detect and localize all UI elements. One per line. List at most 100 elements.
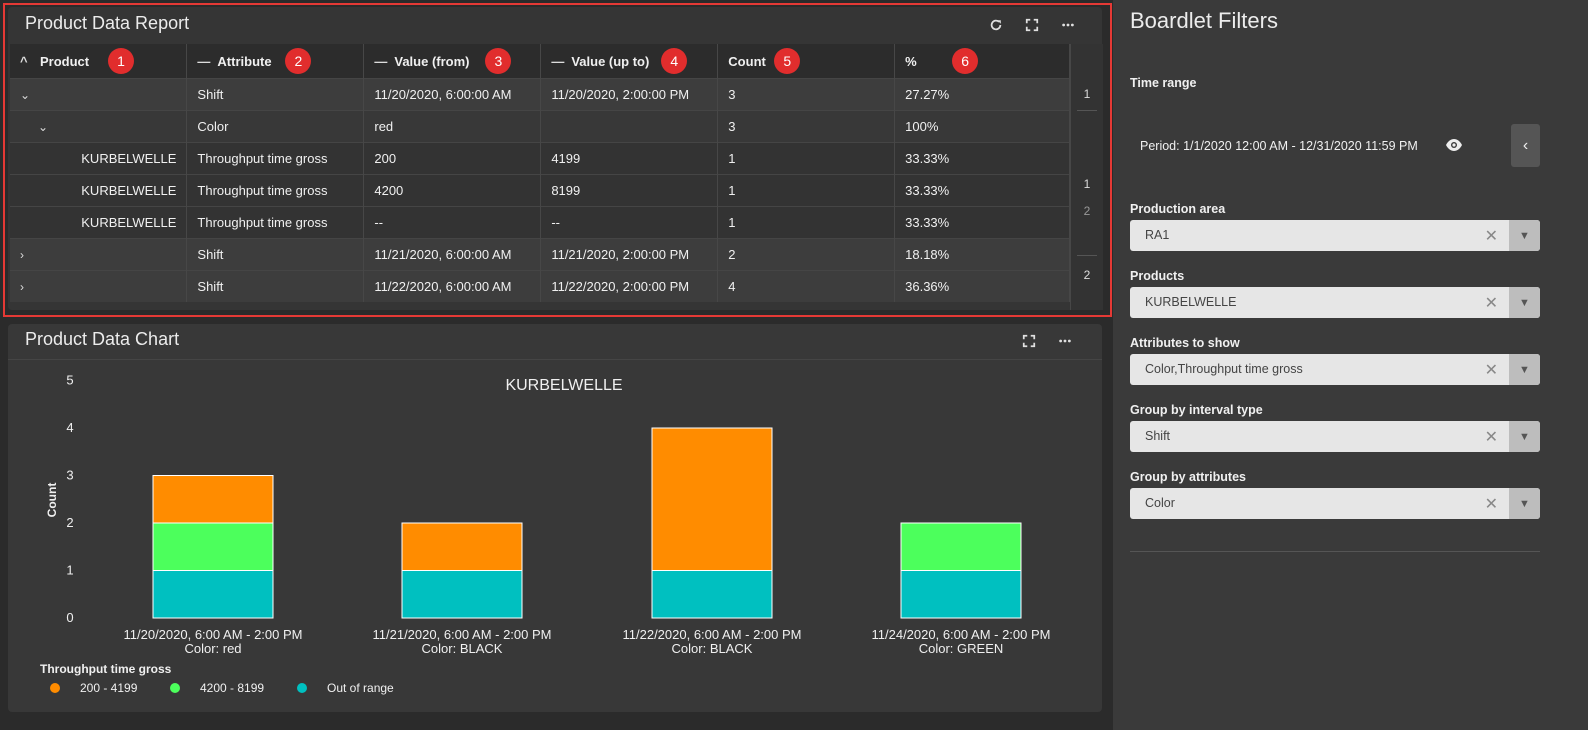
x-tick-label: Color: red [184, 641, 241, 656]
column-header-value-from[interactable]: — Value (from) 3 [363, 44, 542, 79]
table-row[interactable]: KURBELWELLE Throughput time gross -- -- 1 33.… [10, 206, 1070, 239]
count-cell-text: 2 [728, 247, 736, 262]
chevron-down-icon[interactable]: ▼ [1509, 287, 1540, 318]
chevron-right-icon[interactable]: › [20, 248, 34, 262]
column-header-attribute[interactable]: — Attribute 2 [186, 44, 365, 79]
collapse-up-icon[interactable]: ^ [20, 54, 32, 69]
refresh-icon[interactable] [988, 17, 1004, 33]
eye-icon[interactable] [1445, 138, 1463, 152]
bar-segment[interactable] [152, 570, 274, 619]
chart-title: KURBELWELLE [505, 377, 622, 394]
attributes-select[interactable]: Color,Throughput time gross ✕ ▼ [1130, 354, 1540, 385]
clear-icon[interactable]: ✕ [1485, 226, 1498, 246]
interval-type-select[interactable]: Shift ✕ ▼ [1130, 421, 1540, 452]
bar-segment[interactable] [401, 522, 523, 571]
product-cell: › [10, 238, 188, 271]
legend-label[interactable]: 200 - 4199 [80, 681, 138, 695]
callout-badge: 1 [108, 48, 134, 74]
table-row[interactable]: KURBELWELLE Throughput time gross 200 4199 1… [10, 142, 1070, 175]
value-from-cell-text: -- [374, 215, 384, 230]
bar-chart: KURBELWELLE Count 0 1 2 3 4 5 11/20/2020, 6:0… [40, 373, 1051, 696]
bar-segment[interactable] [152, 475, 274, 524]
count-cell-text: 1 [728, 183, 736, 198]
group-attributes-select[interactable]: Color ✕ ▼ [1130, 488, 1540, 519]
value-to-cell-text: -- [551, 215, 560, 230]
collapse-icon[interactable]: — [197, 54, 210, 69]
legend-label[interactable]: Out of range [327, 681, 394, 695]
chevron-down-icon[interactable]: ▼ [1509, 421, 1540, 452]
count-cell: 3 [717, 78, 896, 111]
table-row[interactable]: ⌄ Color red 3 100% [10, 110, 1070, 143]
bar-segment[interactable] [651, 570, 773, 619]
bar-segment[interactable] [401, 570, 523, 619]
bar-segment[interactable] [900, 570, 1022, 619]
value-from-cell-text: 11/21/2020, 6:00:00 AM [374, 247, 512, 262]
table-row[interactable]: KURBELWELLE Throughput time gross 4200 8199… [10, 174, 1070, 207]
legend-label[interactable]: 4200 - 8199 [200, 681, 264, 695]
chevron-down-icon[interactable]: ⌄ [38, 120, 52, 134]
count-cell-text: 1 [728, 151, 736, 166]
column-label: Product [40, 53, 90, 69]
count-cell: 4 [717, 270, 896, 302]
column-header-value-up-to[interactable]: — Value (up to) 4 [540, 44, 719, 79]
column-header-percent[interactable]: % 6 [894, 44, 1070, 79]
attribute-cell-text: Throughput time gross [197, 183, 328, 198]
bar-segment[interactable] [152, 522, 274, 571]
pager-strip: 1 1 2 2 [1070, 44, 1103, 310]
interval-type-label: Group by interval type [1130, 403, 1263, 417]
collapse-icon[interactable]: — [551, 54, 564, 69]
collapse-icon[interactable]: — [374, 54, 387, 69]
value-from-cell: 11/22/2020, 6:00:00 AM [363, 270, 542, 302]
clear-icon[interactable]: ✕ [1485, 427, 1498, 447]
chevron-left-icon: ‹ [1522, 136, 1529, 154]
attribute-cell-text: Throughput time gross [197, 151, 328, 166]
attribute-cell: Color [186, 110, 365, 143]
y-tick-label: 2 [66, 515, 73, 530]
table-row[interactable]: ⌄ Shift 11/20/2020, 6:00:00 AM 11/20/2020, … [10, 78, 1070, 111]
percent-cell-text: 100% [905, 119, 939, 134]
attribute-cell: Throughput time gross [186, 206, 365, 239]
filters-sidebar: Boardlet Filters Time range Period: 1/1/… [1113, 0, 1588, 730]
bar-segment[interactable] [651, 427, 773, 571]
count-cell: 1 [717, 174, 896, 207]
table-row[interactable]: › Shift 11/22/2020, 6:00:00 AM 11/22/2020, … [10, 270, 1070, 302]
value-from-cell-text: 11/20/2020, 6:00:00 AM [374, 87, 512, 102]
pager-number[interactable]: 2 [1071, 204, 1103, 218]
pager-number[interactable]: 1 [1071, 87, 1103, 101]
chevron-right-icon[interactable]: › [20, 280, 34, 294]
filters-divider [1130, 551, 1540, 552]
legend-marker [297, 683, 307, 693]
clear-icon[interactable]: ✕ [1485, 293, 1498, 313]
column-header-product[interactable]: ^ Product 1 [10, 44, 188, 79]
products-select[interactable]: KURBELWELLE ✕ ▼ [1130, 287, 1540, 318]
value-from-cell-text: 11/22/2020, 6:00:00 AM [374, 279, 512, 294]
clear-icon[interactable]: ✕ [1485, 494, 1498, 514]
percent-cell-text: 33.33% [905, 151, 950, 166]
clear-icon[interactable]: ✕ [1485, 360, 1498, 380]
value-to-cell: 11/20/2020, 2:00:00 PM [540, 78, 719, 111]
chevron-down-icon[interactable]: ▼ [1509, 220, 1540, 251]
chevron-down-icon[interactable]: ⌄ [20, 88, 34, 102]
legend-marker [170, 683, 180, 693]
table-row[interactable]: › Shift 11/21/2020, 6:00:00 AM 11/21/2020, … [10, 238, 1070, 271]
product-cell: › [10, 270, 188, 302]
collapse-panel-button[interactable]: ‹ [1511, 124, 1540, 167]
callout-badge: 2 [285, 48, 312, 74]
production-area-select[interactable]: RA1 ✕ ▼ [1130, 220, 1540, 251]
chevron-down-icon[interactable]: ▼ [1509, 354, 1540, 385]
value-from-cell: -- [363, 206, 542, 239]
fullscreen-icon[interactable] [1024, 17, 1040, 33]
more-icon[interactable] [1060, 17, 1076, 33]
pager-number[interactable]: 1 [1071, 177, 1103, 191]
value-to-cell: 4199 [540, 142, 719, 175]
value-to-cell: 8199 [540, 174, 719, 207]
bar-segment[interactable] [900, 522, 1022, 571]
select-value: Color,Throughput time gross [1145, 362, 1303, 376]
chevron-down-icon[interactable]: ▼ [1509, 488, 1540, 519]
product-cell-text: KURBELWELLE [81, 151, 177, 166]
percent-cell: 33.33% [894, 206, 1070, 239]
pager-number[interactable]: 2 [1071, 268, 1103, 282]
column-header-count[interactable]: Count 5 [717, 44, 896, 79]
callout-badge: 6 [952, 48, 979, 74]
value-from-cell: red [363, 110, 542, 143]
